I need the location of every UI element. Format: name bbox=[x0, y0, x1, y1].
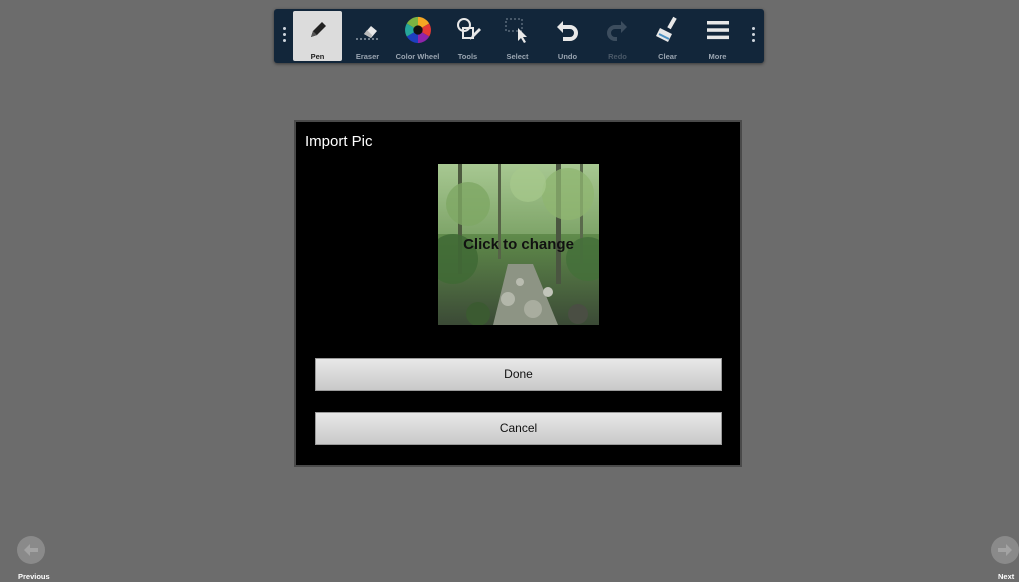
dialog-title: Import Pic bbox=[305, 133, 373, 150]
tool-label: Select bbox=[506, 52, 529, 61]
next-page-button[interactable] bbox=[991, 536, 1019, 564]
import-pic-dialog: Import Pic Click to change Done Cancel bbox=[294, 120, 742, 467]
menu-icon bbox=[704, 16, 732, 44]
pen-icon bbox=[304, 16, 332, 44]
tool-label: Undo bbox=[557, 52, 578, 61]
toolbar-drag-handle-left[interactable] bbox=[283, 27, 287, 45]
tool-more[interactable]: More bbox=[693, 11, 742, 61]
tool-label: Clear bbox=[658, 52, 677, 61]
shapes-tool-icon bbox=[454, 16, 482, 44]
color-wheel-icon bbox=[404, 16, 432, 44]
tool-color-wheel[interactable]: Color Wheel bbox=[393, 11, 442, 61]
redo-icon bbox=[604, 16, 632, 44]
tool-label: Color Wheel bbox=[395, 52, 440, 61]
tool-clear[interactable]: Clear bbox=[643, 11, 692, 61]
drawing-toolbar: Pen Eraser Color Wheel Tools Select Undo… bbox=[274, 9, 764, 63]
tool-label: Pen bbox=[310, 52, 325, 61]
next-label: Next bbox=[998, 572, 1015, 581]
tool-undo[interactable]: Undo bbox=[543, 11, 592, 61]
tool-label: More bbox=[708, 52, 727, 61]
clear-broom-icon bbox=[654, 16, 682, 44]
tool-pen[interactable]: Pen bbox=[293, 11, 342, 61]
picture-caption: Click to change bbox=[463, 236, 574, 253]
tool-tools[interactable]: Tools bbox=[443, 11, 492, 61]
previous-page-button[interactable] bbox=[17, 536, 45, 564]
cancel-button[interactable]: Cancel bbox=[315, 412, 722, 445]
previous-label: Previous bbox=[18, 572, 50, 581]
undo-icon bbox=[554, 16, 582, 44]
tool-eraser[interactable]: Eraser bbox=[343, 11, 392, 61]
arrow-left-icon bbox=[24, 544, 38, 556]
tool-label: Redo bbox=[608, 52, 627, 61]
tool-label: Eraser bbox=[355, 52, 380, 61]
toolbar-drag-handle-right[interactable] bbox=[752, 27, 756, 45]
select-icon bbox=[504, 16, 532, 44]
tool-select[interactable]: Select bbox=[493, 11, 542, 61]
arrow-right-icon bbox=[998, 544, 1012, 556]
done-button[interactable]: Done bbox=[315, 358, 722, 391]
tool-redo[interactable]: Redo bbox=[593, 11, 642, 61]
tool-label: Tools bbox=[457, 52, 478, 61]
eraser-icon bbox=[354, 16, 382, 44]
picture-preview[interactable]: Click to change bbox=[438, 164, 599, 325]
